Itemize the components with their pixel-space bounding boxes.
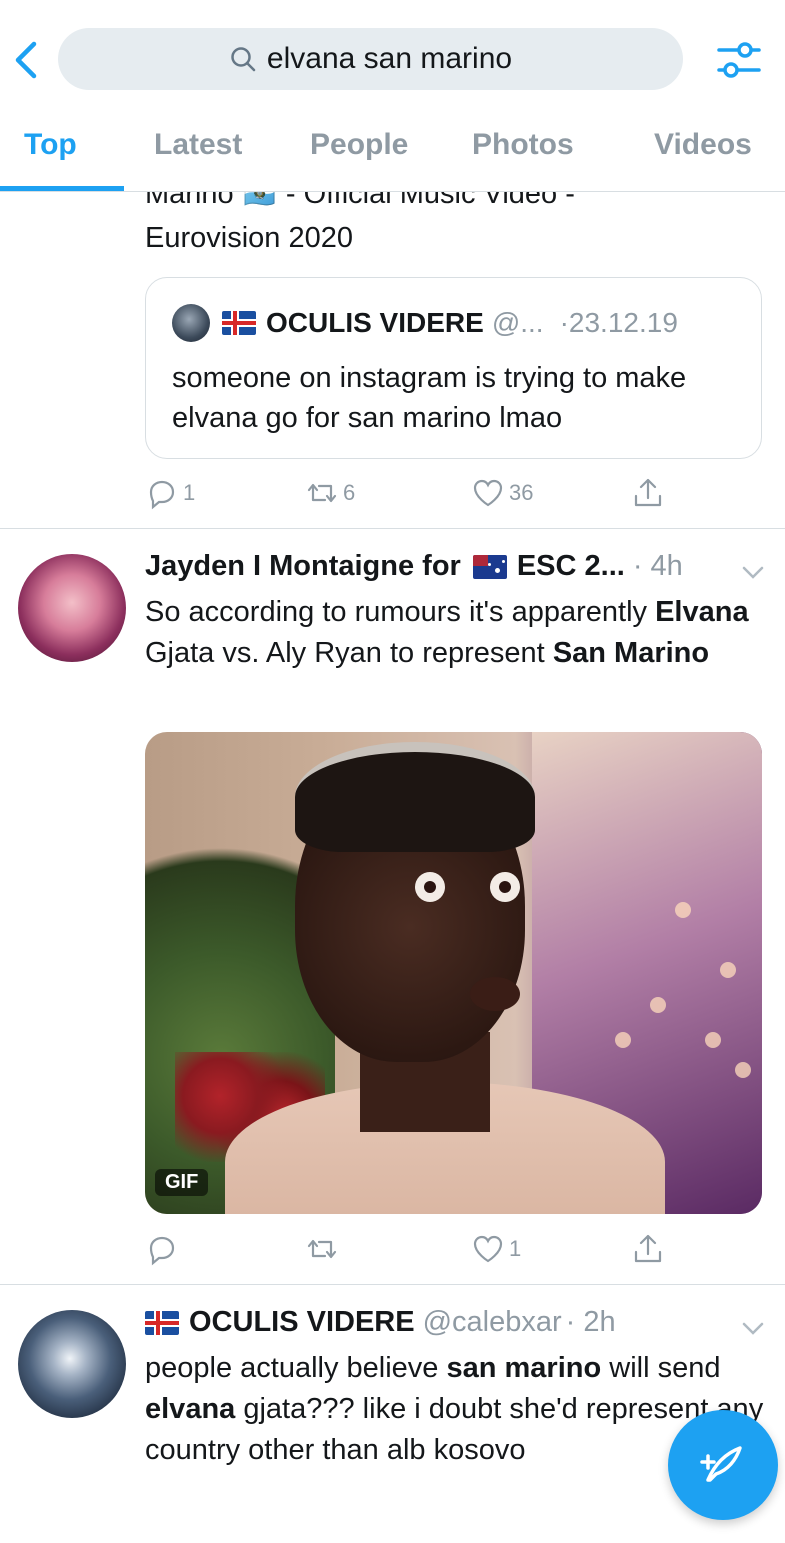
search-query-text: elvana san marino: [266, 42, 513, 75]
avatar[interactable]: [18, 1310, 126, 1418]
tweet-header: Jayden I Montaigne for ESC 2... · 4h: [145, 550, 683, 583]
heart-icon: [473, 1235, 503, 1263]
iceland-flag-icon: [222, 311, 256, 335]
quoted-tweet-text: someone on instagram is trying to make e…: [172, 362, 687, 434]
retweet-count: 6: [343, 480, 356, 505]
compose-feather-icon: [700, 1446, 742, 1482]
share-button[interactable]: [631, 1232, 669, 1266]
user-name: Jayden I Montaigne for: [145, 550, 461, 582]
australia-flag-icon: [472, 554, 507, 579]
tweet-text-cut-line: Marino 🇸🇲 - Official Music Video -: [145, 192, 575, 210]
iceland-flag-icon: [145, 1310, 179, 1335]
reply-button[interactable]: 1: [145, 476, 195, 510]
sliders-icon: [717, 42, 761, 78]
back-button[interactable]: [10, 38, 42, 82]
chevron-down-icon[interactable]: [740, 564, 766, 582]
share-button[interactable]: [631, 476, 669, 510]
like-button[interactable]: 1: [471, 1232, 521, 1266]
like-count: 1: [509, 1236, 522, 1261]
quoted-user-handle: @...: [491, 307, 544, 338]
retweet-button[interactable]: [305, 1232, 343, 1266]
tweet-text: Marino 🇸🇲 - Official Music Video - Eurov…: [145, 192, 765, 258]
search-filter-button[interactable]: [713, 36, 765, 84]
gif-media[interactable]: GIF: [145, 732, 762, 1214]
like-count: 36: [509, 480, 534, 505]
tab-people[interactable]: People: [310, 128, 408, 162]
chevron-left-icon: [15, 41, 37, 79]
avatar[interactable]: [18, 554, 126, 662]
tweet-time: · 2h: [565, 1306, 616, 1338]
gif-badge: GIF: [155, 1169, 209, 1196]
search-tabs: Top Latest People Photos Videos: [0, 120, 785, 192]
search-icon: [231, 47, 256, 72]
tweet-time: · 4h: [632, 550, 683, 582]
retweet-button[interactable]: 6: [305, 476, 355, 510]
tweet-actions: 1 6 36: [145, 476, 685, 516]
user-name-suffix: ESC 2...: [516, 550, 625, 582]
heart-icon: [473, 479, 503, 507]
tweet-text-line: Eurovision 2020: [145, 222, 353, 254]
share-icon: [634, 478, 662, 507]
top-bar: elvana san marino: [0, 0, 785, 120]
tweet-actions: 1: [145, 1232, 685, 1272]
search-input[interactable]: elvana san marino: [58, 28, 683, 90]
tab-videos[interactable]: Videos: [654, 128, 752, 162]
divider: [0, 1284, 785, 1285]
avatar: [172, 304, 210, 342]
quoted-user-name: OCULIS VIDERE: [266, 307, 484, 338]
quoted-tweet[interactable]: OCULIS VIDERE @... ·23.12.19 someone on …: [145, 277, 762, 459]
retweet-icon: [307, 1239, 337, 1259]
reply-count: 1: [183, 480, 196, 505]
active-tab-indicator: [0, 186, 124, 191]
tab-latest[interactable]: Latest: [154, 128, 242, 162]
divider: [0, 528, 785, 529]
share-icon: [634, 1234, 662, 1263]
tab-top[interactable]: Top: [24, 128, 77, 162]
tab-photos[interactable]: Photos: [472, 128, 574, 162]
reply-icon: [149, 480, 175, 510]
tweet-header: OCULIS VIDERE @calebxar · 2h: [145, 1306, 616, 1339]
user-name: OCULIS VIDERE: [189, 1306, 415, 1338]
user-handle: @calebxar: [422, 1306, 562, 1338]
like-button[interactable]: 36: [471, 476, 533, 510]
reply-button[interactable]: [145, 1232, 183, 1266]
reply-icon: [149, 1236, 175, 1266]
chevron-down-icon[interactable]: [740, 1320, 766, 1338]
tweet-text: So according to rumours it's apparently …: [145, 596, 749, 669]
compose-tweet-button[interactable]: [668, 1410, 778, 1520]
quoted-tweet-header: OCULIS VIDERE @... ·23.12.19: [172, 304, 678, 342]
quoted-tweet-date: ·23.12.19: [559, 307, 678, 338]
retweet-icon: [307, 483, 337, 503]
